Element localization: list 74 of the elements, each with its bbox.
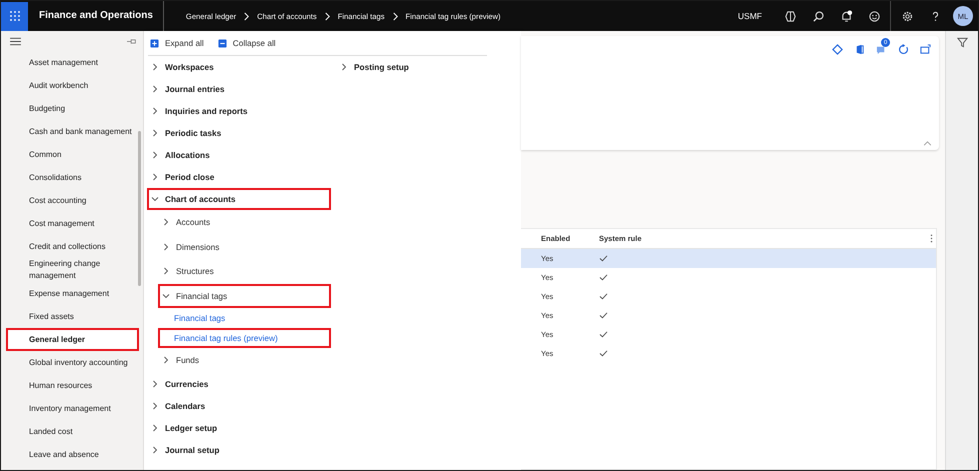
filter-icon[interactable] [956,37,968,48]
sidebar-item[interactable]: Global inventory accounting [6,351,139,374]
pin-icon[interactable] [127,38,137,44]
sidebar-item[interactable]: Common [6,143,139,166]
sidebar-item[interactable]: Inventory management [6,397,139,420]
menu-group[interactable]: Accounts [158,210,331,234]
menu-group[interactable]: Financial tags [158,284,331,308]
chevron-up-icon[interactable] [923,141,932,146]
chevron-right-icon [151,402,159,410]
more-icon[interactable] [930,234,933,243]
open-in-new-icon[interactable] [920,44,930,54]
chevron-right-icon [151,380,159,388]
chevron-right-icon [151,173,159,181]
chevron-right-icon [151,63,159,71]
chevron-right-icon [162,242,170,251]
collapse-all-button[interactable]: Collapse all [218,38,276,48]
expand-icon [150,38,159,48]
sidebar-item[interactable]: Engineering change management [6,258,139,282]
app-title: Finance and Operations [39,9,153,23]
sidebar-item[interactable]: Leave and absence [6,443,139,466]
chevron-right-icon [151,424,159,432]
sidebar-item[interactable]: Consolidations [6,166,139,189]
sidebar-item[interactable]: Human resources [6,374,139,397]
chevron-right-icon [324,12,331,20]
sidebar-item[interactable]: General ledger [6,328,139,351]
chevron-down-icon [162,292,170,300]
menu-group[interactable]: Periodic tasks [147,122,331,144]
sidebar-item[interactable]: Fixed assets [6,305,139,328]
menu-group[interactable]: Posting setup [336,56,520,78]
chevron-right-icon [151,446,159,454]
menu-group[interactable]: Currencies [147,372,331,394]
menu-group[interactable]: Structures [158,259,331,284]
menu-group[interactable]: Allocations [147,144,331,166]
chevron-right-icon [243,12,250,20]
sidebar-item[interactable]: Credit and collections [6,235,139,258]
chevron-right-icon [162,356,170,364]
scrollbar[interactable] [138,131,141,286]
menu-group[interactable]: Journal setup [147,438,331,460]
menu-group[interactable]: Journal entries [147,78,331,100]
chevron-right-icon [151,129,159,137]
chevron-right-icon [162,267,170,276]
chevron-right-icon [151,85,159,93]
waffle-icon [10,11,20,21]
chevron-right-icon [340,63,348,71]
chevron-right-icon [162,218,170,226]
menu-group[interactable]: Inquiries and reports [147,100,331,122]
menu-link[interactable]: Financial tags [158,308,331,328]
sidebar-item[interactable]: Landed cost [6,420,139,443]
menu-group[interactable]: Period close [147,166,331,188]
sidebar-item[interactable]: Cost management [6,212,139,235]
diamond-icon[interactable] [832,44,842,54]
chevron-down-icon [151,195,159,203]
menu-group[interactable]: Workspaces [147,56,331,78]
menu-group[interactable]: Chart of accounts [147,188,331,210]
chevron-right-icon [151,107,159,115]
sidebar-item[interactable]: Cost accounting [6,189,139,212]
chevron-right-icon [151,151,159,159]
company-button[interactable]: USMF [738,11,762,21]
collapse-icon [218,38,227,48]
chevron-right-icon [392,12,399,20]
refresh-icon[interactable] [898,44,908,54]
sidebar-item[interactable]: Budgeting [6,97,139,120]
sidebar-item[interactable]: Audit workbench [6,74,139,97]
sidebar-item[interactable]: Asset management [6,51,139,74]
sidebar-item[interactable]: Cash and bank management [6,120,139,143]
menu-link[interactable]: Financial tag rules (preview) [158,328,331,348]
menu-group[interactable]: Ledger setup [147,416,331,438]
expand-all-button[interactable]: Expand all [150,38,204,48]
menu-group[interactable]: Dimensions [158,234,331,259]
sidebar-item[interactable]: Expense management [6,282,139,305]
menu-group[interactable]: Calendars [147,394,331,416]
menu-icon[interactable] [10,36,21,46]
app-launcher-button[interactable] [1,2,28,30]
menu-group[interactable]: Funds [158,348,331,372]
